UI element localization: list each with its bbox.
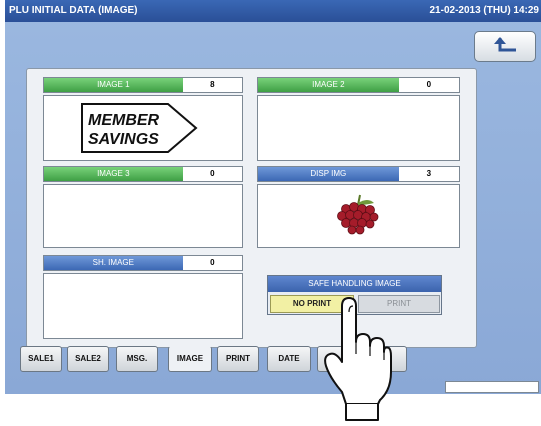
member-text-line2: SAVINGS bbox=[88, 131, 159, 148]
disp-img-label: DISP IMG bbox=[258, 167, 399, 181]
tab-sale2[interactable]: SALE2 bbox=[67, 346, 109, 372]
pointing-hand-icon bbox=[324, 297, 392, 421]
tab-sale1[interactable]: SALE1 bbox=[20, 346, 62, 372]
image2-header[interactable]: IMAGE 2 0 bbox=[257, 77, 460, 93]
sh-image-value[interactable]: 0 bbox=[182, 256, 242, 270]
disp-img-value[interactable]: 3 bbox=[398, 167, 459, 181]
sh-image-preview[interactable] bbox=[43, 273, 243, 339]
safe-handling-title: SAFE HANDLING IMAGE bbox=[268, 276, 441, 292]
sh-image-header[interactable]: SH. IMAGE 0 bbox=[43, 255, 243, 271]
image3-header[interactable]: IMAGE 3 0 bbox=[43, 166, 243, 182]
image3-value[interactable]: 0 bbox=[182, 167, 242, 181]
image1-preview[interactable]: MEMBER SAVINGS bbox=[43, 95, 243, 161]
screen: PLU INITIAL DATA (IMAGE) 21-02-2013 (THU… bbox=[5, 0, 541, 394]
disp-img-header[interactable]: DISP IMG 3 bbox=[257, 166, 460, 182]
image2-value[interactable]: 0 bbox=[398, 78, 459, 92]
image1-value[interactable]: 8 bbox=[182, 78, 242, 92]
image3-label: IMAGE 3 bbox=[44, 167, 183, 181]
image3-preview[interactable] bbox=[43, 184, 243, 248]
date-time: 21-02-2013 (THU) 14:29 bbox=[429, 5, 540, 16]
member-text-line1: MEMBER bbox=[88, 112, 160, 129]
tab-print[interactable]: PRINT bbox=[217, 346, 259, 372]
window-title: PLU INITIAL DATA (IMAGE) bbox=[9, 5, 138, 16]
tab-image[interactable]: IMAGE bbox=[168, 346, 212, 372]
status-field bbox=[445, 381, 539, 393]
image2-preview[interactable] bbox=[257, 95, 460, 161]
image1-label: IMAGE 1 bbox=[44, 78, 183, 92]
image-settings-panel: IMAGE 1 8 MEMBER SAVINGS IMAGE 2 0 IMAGE… bbox=[26, 68, 477, 348]
tab-msg[interactable]: MSG. bbox=[116, 346, 158, 372]
back-button[interactable] bbox=[474, 31, 536, 62]
image1-header[interactable]: IMAGE 1 8 bbox=[43, 77, 243, 93]
image2-label: IMAGE 2 bbox=[258, 78, 399, 92]
member-savings-sign: MEMBER SAVINGS bbox=[81, 103, 198, 153]
grapes-icon bbox=[337, 194, 379, 235]
title-bar: PLU INITIAL DATA (IMAGE) 21-02-2013 (THU… bbox=[5, 0, 541, 22]
disp-img-preview[interactable] bbox=[257, 184, 460, 248]
tab-date[interactable]: DATE bbox=[267, 346, 311, 372]
sh-image-label: SH. IMAGE bbox=[44, 256, 183, 270]
return-arrow-icon bbox=[494, 37, 516, 52]
